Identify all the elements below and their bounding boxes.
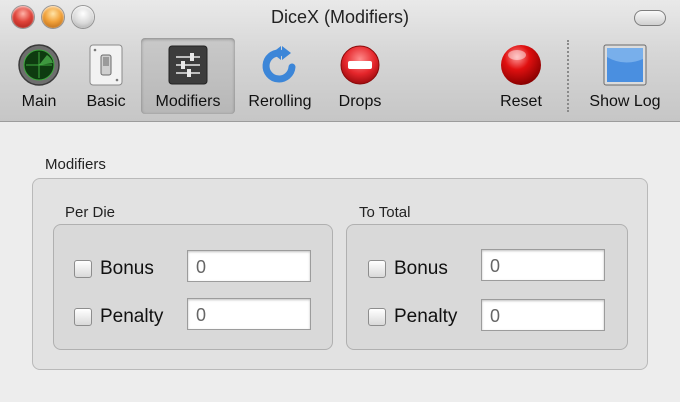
toolbar-item-label: Main [21,93,57,110]
per-die-penalty-field[interactable]: 0 [187,298,311,330]
red-ball-icon [498,42,544,88]
toolbar-item-rerolling[interactable]: Rerolling [240,38,320,114]
per-die-bonus-field[interactable]: 0 [187,250,311,282]
toolbar-item-label: Reset [500,93,542,110]
to-total-penalty-row: Penalty [368,306,457,328]
to-total-bonus-checkbox[interactable] [368,260,386,278]
toolbar-item-label: Drops [338,93,382,110]
log-window-icon [602,42,648,88]
toolbar-item-label: Basic [86,93,126,110]
title-and-toolbar: DiceX (Modifiers) Main Basic Modifiers R… [0,0,680,122]
toolbar-item-show-log[interactable]: Show Log [580,38,670,114]
window-title: DiceX (Modifiers) [270,7,410,27]
to-total-label: To Total [359,204,411,221]
modifiers-group-label: Modifiers [45,156,106,173]
minus-stop-icon [337,42,383,88]
main-radar-icon [16,42,62,88]
reroll-arrow-icon [257,42,303,88]
to-total-box [346,224,628,350]
per-die-penalty-checkbox[interactable] [74,308,92,326]
per-die-bonus-checkbox[interactable] [74,260,92,278]
toolbar-item-modifiers[interactable]: Modifiers [141,38,235,114]
per-die-penalty-label: Penalty [100,306,164,327]
toggle-switch-icon [83,42,129,88]
per-die-box [53,224,333,350]
toolbar-item-label: Rerolling [248,93,312,110]
toolbar-item-label: Show Log [589,93,661,110]
to-total-penalty-field[interactable]: 0 [481,299,605,331]
modifiers-pane: Modifiers Per Die Bonus 0 Penalty 0 To T… [0,122,680,402]
toolbar-toggle-button[interactable] [634,10,666,26]
per-die-bonus-label: Bonus [100,258,154,279]
toolbar-item-main[interactable]: Main [10,38,68,114]
to-total-bonus-field[interactable]: 0 [481,249,605,281]
toolbar-item-label: Modifiers [155,93,221,110]
per-die-label: Per Die [65,204,116,221]
toolbar-separator [567,40,569,112]
to-total-bonus-row: Bonus [368,258,448,280]
toolbar-item-basic[interactable]: Basic [78,38,134,114]
dicex-window: DiceX (Modifiers) Main Basic Modifiers R… [0,0,680,402]
toolbar-item-drops[interactable]: Drops [329,38,391,114]
to-total-bonus-label: Bonus [394,258,448,279]
to-total-penalty-label: Penalty [394,306,458,327]
sliders-icon [165,42,211,88]
per-die-penalty-row: Penalty [74,306,163,328]
toolbar-item-reset[interactable]: Reset [491,38,551,114]
per-die-bonus-row: Bonus [74,258,154,280]
to-total-penalty-checkbox[interactable] [368,308,386,326]
